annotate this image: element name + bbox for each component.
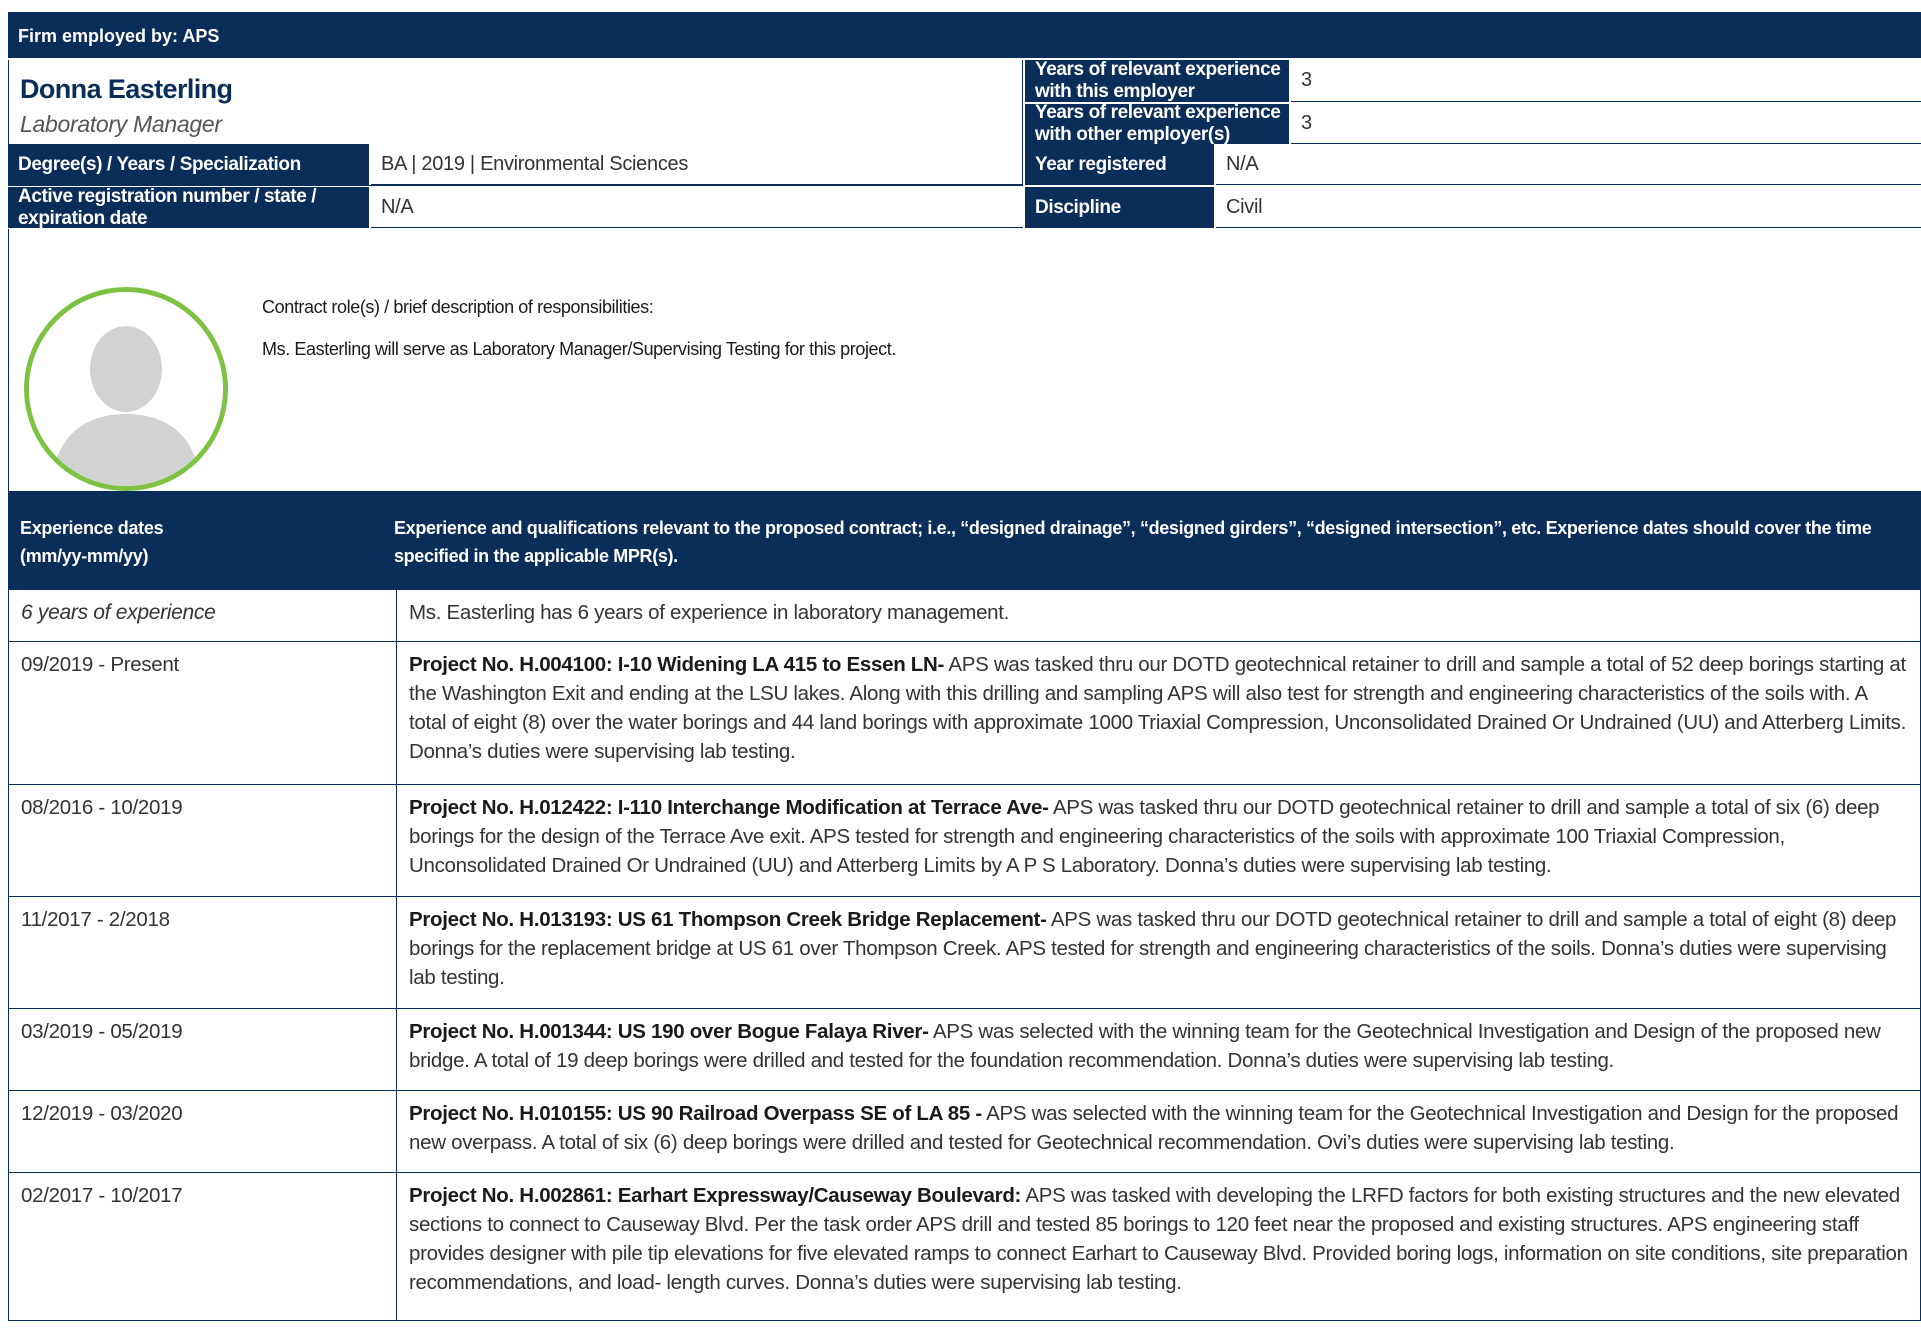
- avatar: [24, 287, 228, 491]
- years-other-employer-value: 3: [1291, 104, 1921, 144]
- experience-summary-text: Ms. Easterling has 6 years of experience…: [396, 589, 1921, 642]
- project-description: Project No. H.004100: I-10 Widening LA 4…: [396, 641, 1921, 785]
- table-row: 03/2019 - 05/2019 Project No. H.001344: …: [8, 1008, 1921, 1091]
- resume-page: Firm employed by: APS Donna Easterling L…: [0, 0, 1921, 1342]
- discipline-label: Discipline: [1025, 187, 1214, 228]
- year-registered-value: N/A: [1216, 144, 1921, 185]
- years-other-employer-label: Years of relevant experience with other …: [1025, 102, 1289, 145]
- table-row: 12/2019 - 03/2020 Project No. H.010155: …: [8, 1090, 1921, 1173]
- registration-label: Active registration number / state / exp…: [8, 186, 369, 229]
- project-dates: 02/2017 - 10/2017: [8, 1172, 397, 1321]
- project-dates: 08/2016 - 10/2019: [8, 784, 397, 897]
- experience-header: Experience dates (mm/yy-mm/yy) Experienc…: [8, 491, 1921, 589]
- project-title: Project No. H.002861: Earhart Expressway…: [409, 1184, 1022, 1207]
- experience-dates-header: Experience dates (mm/yy-mm/yy): [20, 514, 380, 570]
- contract-area: [8, 229, 1921, 491]
- project-dates: 12/2019 - 03/2020: [8, 1090, 397, 1173]
- table-row: 09/2019 - Present Project No. H.004100: …: [8, 641, 1921, 785]
- project-description: Project No. H.002861: Earhart Expressway…: [396, 1172, 1921, 1321]
- experience-summary-dates: 6 years of experience: [8, 589, 397, 642]
- project-description: Project No. H.013193: US 61 Thompson Cre…: [396, 896, 1921, 1009]
- table-row: 08/2016 - 10/2019 Project No. H.012422: …: [8, 784, 1921, 897]
- year-registered-label: Year registered: [1025, 144, 1214, 185]
- table-row: 02/2017 - 10/2017 Project No. H.002861: …: [8, 1172, 1921, 1321]
- project-title: Project No. H.001344: US 190 over Bogue …: [409, 1020, 929, 1043]
- project-description: Project No. H.010155: US 90 Railroad Ove…: [396, 1090, 1921, 1173]
- degree-value: BA | 2019 | Environmental Sciences: [371, 144, 1023, 185]
- project-dates: 09/2019 - Present: [8, 641, 397, 785]
- person-silhouette-icon: [29, 292, 223, 486]
- project-dates: 11/2017 - 2/2018: [8, 896, 397, 1009]
- firm-bar: Firm employed by: APS: [8, 12, 1921, 58]
- project-dates: 03/2019 - 05/2019: [8, 1008, 397, 1091]
- discipline-value: Civil: [1216, 187, 1921, 228]
- project-description: Project No. H.012422: I-110 Interchange …: [396, 784, 1921, 897]
- person-title: Laboratory Manager: [20, 111, 222, 137]
- years-this-employer-label: Years of relevant experience with this e…: [1025, 59, 1289, 102]
- contract-role-label: Contract role(s) / brief description of …: [262, 297, 654, 317]
- experience-table: 6 years of experience Ms. Easterling has…: [8, 589, 1921, 1321]
- table-row: 6 years of experience Ms. Easterling has…: [8, 589, 1921, 642]
- person-name: Donna Easterling: [20, 74, 233, 104]
- experience-description-header: Experience and qualifications relevant t…: [394, 518, 1872, 566]
- project-title: Project No. H.004100: I-10 Widening LA 4…: [409, 653, 945, 676]
- experience-dates-header-line1: Experience dates: [20, 518, 164, 538]
- registration-value: N/A: [371, 187, 1023, 228]
- experience-dates-header-line2: (mm/yy-mm/yy): [20, 546, 149, 566]
- project-title: Project No. H.012422: I-110 Interchange …: [409, 796, 1049, 819]
- years-this-employer-value: 3: [1291, 60, 1921, 102]
- table-row: 11/2017 - 2/2018 Project No. H.013193: U…: [8, 896, 1921, 1009]
- project-title: Project No. H.010155: US 90 Railroad Ove…: [409, 1102, 982, 1125]
- project-title: Project No. H.013193: US 61 Thompson Cre…: [409, 908, 1047, 931]
- contract-role-text: Ms. Easterling will serve as Laboratory …: [262, 339, 896, 359]
- degree-label: Degree(s) / Years / Specialization: [8, 144, 369, 185]
- project-description: Project No. H.001344: US 190 over Bogue …: [396, 1008, 1921, 1091]
